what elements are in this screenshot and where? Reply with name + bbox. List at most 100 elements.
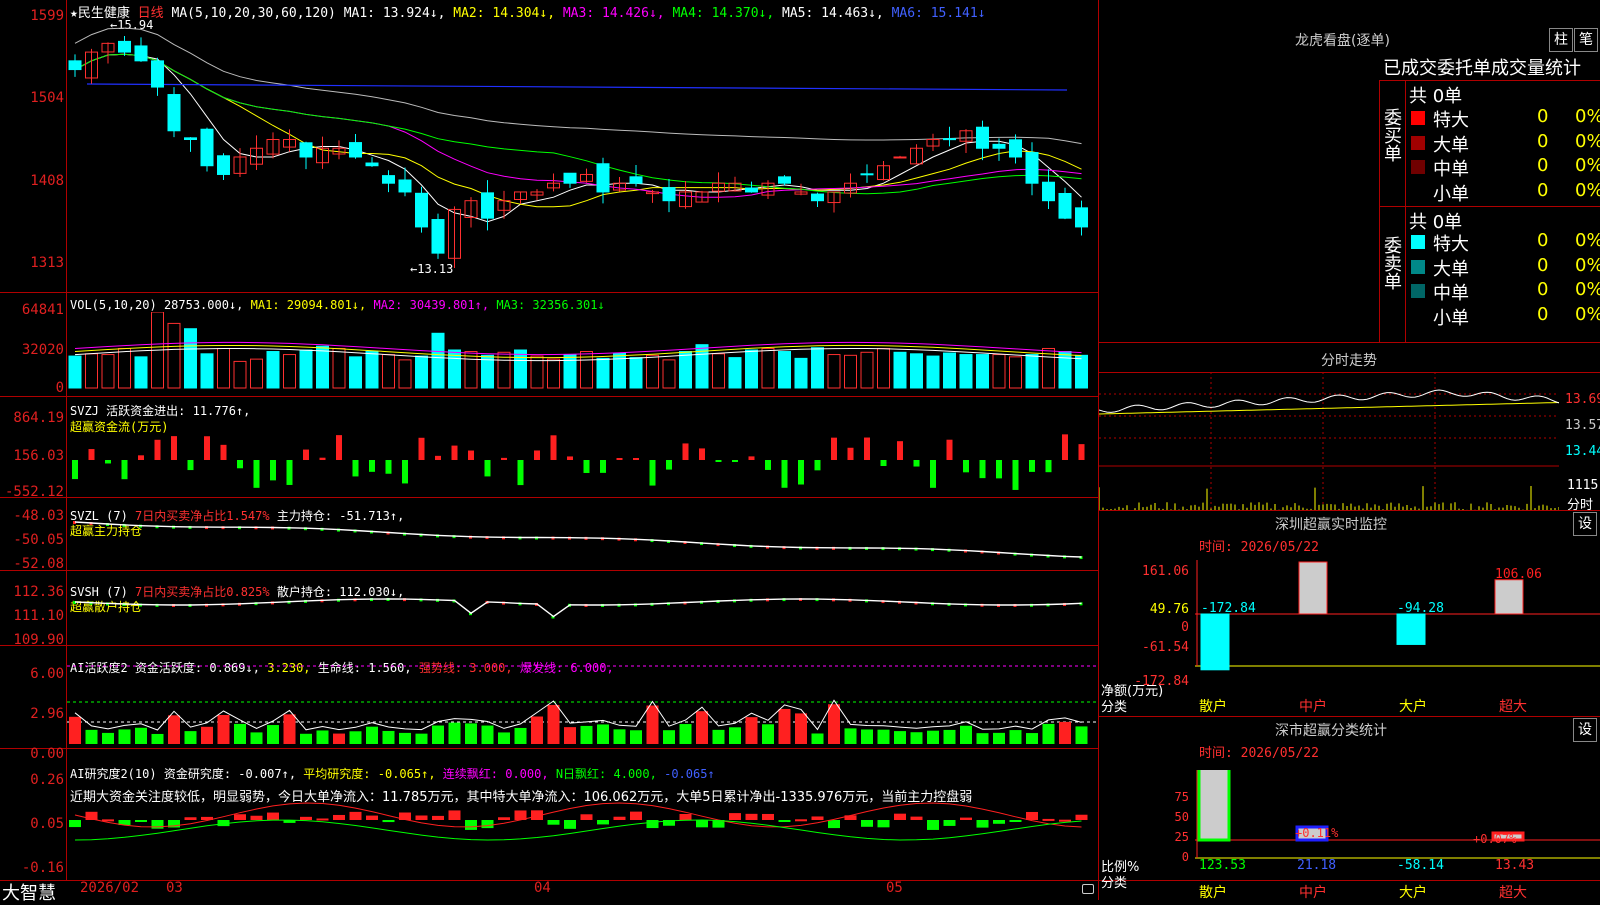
ma-line	[74, 53, 1082, 223]
volume-bar	[662, 359, 676, 389]
volume-bar	[910, 353, 923, 389]
research-bar	[135, 820, 147, 822]
separator	[1099, 342, 1600, 343]
sell-row-label: 特大	[1433, 234, 1469, 255]
flow-bar	[649, 460, 656, 486]
research-bar	[630, 811, 642, 820]
flow-bar	[418, 437, 425, 460]
settings-button[interactable]: 设	[1573, 718, 1597, 742]
research-bar	[267, 812, 279, 820]
svzl-chart[interactable]	[67, 498, 1097, 570]
monitor-bar-label: -94.28	[1397, 601, 1444, 616]
research-bar	[646, 820, 659, 829]
volume-bar	[1075, 354, 1088, 389]
vol-ma1: MA1: 29094.801↓,	[250, 298, 367, 312]
svsh-y-tick: 112.36	[13, 584, 64, 600]
kline-chart[interactable]	[67, 14, 1097, 292]
longhu-tabs[interactable]: 已成交委托单成交量统计	[1383, 54, 1581, 80]
activity-bar	[564, 727, 576, 744]
class-value: -58.14	[1397, 858, 1444, 873]
volume-chart[interactable]	[67, 312, 1097, 396]
intraday-chart[interactable]	[1099, 372, 1559, 510]
svsh-chart[interactable]	[67, 572, 1097, 644]
monitor-axis-sub: 分类	[1101, 700, 1128, 715]
activity-bar	[712, 729, 725, 744]
ai-active-chart[interactable]	[67, 664, 1097, 748]
volume-bar	[349, 356, 362, 389]
svsh-y-tick: 111.10	[13, 608, 64, 624]
avg-research-value: 平均研究度: -0.065↑,	[303, 767, 436, 781]
monitor-bar	[1396, 613, 1426, 645]
candle-body	[365, 162, 379, 167]
activity-bar	[844, 728, 857, 744]
monitor-bar-label: -172.84	[1201, 601, 1256, 616]
monitor-category: 大户	[1399, 699, 1427, 715]
candle-body	[629, 176, 643, 184]
flow-bar	[748, 456, 755, 460]
class-category: 中户	[1299, 885, 1327, 901]
separator	[1379, 80, 1600, 81]
activity-bar	[201, 726, 213, 744]
buy-total: 共 0单	[1409, 86, 1463, 107]
monitor-bar-label: 161.06	[1299, 560, 1346, 564]
volume-bar	[365, 351, 379, 389]
activity-bar	[234, 723, 246, 744]
activity-bar	[976, 733, 989, 744]
volume-bar	[68, 355, 82, 389]
activity-bar	[795, 713, 807, 744]
research-bar	[828, 820, 840, 829]
lock-icon[interactable]	[1082, 884, 1094, 894]
activity-bar	[828, 704, 840, 744]
volume-bar	[959, 354, 973, 389]
monitor-chart[interactable]: -172.84 161.06 -94.28 106.06	[1195, 560, 1600, 684]
research-bar	[943, 820, 956, 826]
activity-bar	[366, 726, 378, 744]
ai-research-chart[interactable]	[67, 800, 1097, 878]
class-y-tick: 75	[1174, 790, 1189, 804]
volume-value: 28753.000↓,	[163, 298, 244, 312]
activity-bar	[399, 732, 411, 744]
settings-button[interactable]: 设	[1573, 512, 1597, 536]
volume-bar	[85, 353, 98, 389]
sell-side-label: 委卖单	[1381, 236, 1402, 290]
kline-y-tick: 1599	[30, 8, 64, 24]
flow-bar	[270, 460, 276, 481]
sell-row-label: 中单	[1433, 283, 1469, 304]
research-bar	[778, 820, 791, 822]
intraday-price: 13.69	[1565, 392, 1600, 407]
bar-mode-button[interactable]: 柱	[1549, 28, 1573, 52]
volume-bar	[101, 354, 115, 389]
flow-bar	[187, 460, 194, 471]
separator	[0, 645, 1098, 646]
sell-row-pct: 0%	[1575, 303, 1600, 325]
svsh-line	[74, 598, 1082, 618]
volume-bar	[976, 354, 989, 389]
research-bar	[448, 810, 461, 820]
activity-bar	[69, 716, 81, 744]
activity-bar	[1075, 726, 1088, 744]
buy-row-swatch	[1411, 111, 1425, 125]
research-bar	[1075, 814, 1088, 820]
research-bar	[382, 820, 395, 823]
activity-bar	[762, 724, 774, 744]
class-chart[interactable]	[1195, 770, 1600, 862]
flow-bar	[765, 460, 771, 470]
date-label: 05	[886, 880, 903, 896]
activity-bar	[184, 731, 197, 744]
candle-body	[596, 163, 610, 193]
pen-mode-button[interactable]: 笔	[1574, 28, 1598, 52]
activity-bar	[861, 729, 873, 744]
monitor-bar-label: 106.06	[1495, 567, 1542, 582]
flow-bar	[996, 460, 1002, 479]
flow-bar	[781, 460, 788, 488]
svzj-chart[interactable]	[67, 398, 1097, 496]
flow-bar	[171, 436, 177, 460]
volume-bar	[893, 351, 907, 389]
research-bar	[564, 820, 576, 829]
volume-bar	[712, 353, 725, 389]
flow-bar	[385, 460, 392, 474]
sell-row-pct: 0%	[1575, 230, 1600, 251]
volume-label: VOL(5,10,20)	[70, 298, 157, 312]
volume-bar	[184, 328, 197, 389]
flow-bar	[913, 460, 920, 467]
